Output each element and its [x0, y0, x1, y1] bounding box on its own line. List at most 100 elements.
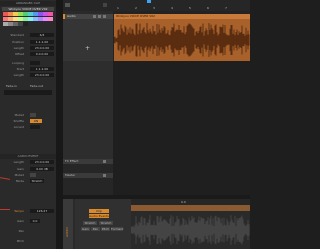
muted-label: Muted: [14, 113, 24, 117]
field-label: Pitch: [16, 239, 24, 243]
clip-waveform: [114, 23, 250, 57]
playhead-marker[interactable]: [147, 0, 151, 3]
field-value[interactable]: 0.0.0.00: [30, 52, 54, 56]
detail-editor: AUDIO Clip Audio Events Stretch Stretch …: [63, 195, 250, 249]
track-header-toolbar: [63, 0, 113, 11]
color-swatches[interactable]: [3, 12, 53, 30]
field-value[interactable]: 4/4: [30, 33, 54, 37]
color-swatch[interactable]: [23, 22, 28, 26]
field-row: Gain 0.0: [2, 219, 54, 224]
add-icon[interactable]: +: [85, 46, 90, 52]
track-master-body: [63, 178, 113, 195]
clip-name: Winkyou VOICE OVER V02: [116, 14, 156, 18]
ruler-label: 6: [207, 6, 209, 10]
field-row: Offset 0.0.0.00: [2, 52, 54, 57]
field-label: Mode: [15, 179, 24, 183]
field-row: Muted: [2, 173, 54, 178]
field-label: Muted: [14, 173, 24, 177]
fade-out-label[interactable]: Fade-out: [30, 84, 43, 88]
audio-event-title: AUDIO EVENT: [0, 154, 56, 159]
field-value[interactable]: 0.0: [30, 219, 40, 223]
solo-button[interactable]: [98, 15, 101, 18]
color-swatch[interactable]: [48, 17, 53, 21]
muted-row: Muted: [2, 113, 54, 118]
track-audio-lane: +: [63, 19, 113, 61]
field-row: Length 23.0.0.00: [2, 46, 54, 51]
field-row: Standard 4/4: [2, 33, 54, 38]
accent-label: Accent: [13, 125, 24, 129]
looping-toggle[interactable]: [30, 61, 40, 65]
field-row: Looping: [2, 61, 54, 66]
ruler-label: 1: [117, 6, 119, 10]
waveform-path: [114, 23, 250, 57]
audio-clip[interactable]: Winkyou VOICE OVER V02: [114, 14, 250, 61]
field-row: Start 1.1.1.00: [2, 67, 54, 72]
ruler-label: 5: [189, 6, 191, 10]
field-value[interactable]: 1.1.1.00: [30, 40, 54, 44]
field-value[interactable]: 1.1.1.00: [30, 67, 54, 71]
stretch-button[interactable]: Stretch: [83, 221, 97, 225]
pan-button[interactable]: Pan: [91, 227, 100, 231]
field-row: Length 23.0.0.00: [2, 160, 54, 165]
detail-waveform: [131, 215, 250, 245]
add-track-icon[interactable]: [65, 3, 70, 7]
arranger-area[interactable]: 1 2 3 4 5 6 7 Winkyou VOICE OVER V02: [113, 0, 250, 195]
detail-track-label: AUDIO: [65, 227, 69, 237]
tab-audio-events[interactable]: Audio Events: [89, 214, 109, 218]
record-arm-button[interactable]: [103, 15, 106, 18]
field-value[interactable]: 23.0.0.00: [30, 73, 54, 77]
track-name: FX Effect: [65, 159, 79, 163]
field-row: Gain 0.00 dB: [2, 167, 54, 172]
field-row: Length 23.0.0.00: [2, 73, 54, 78]
field-label: Pan: [18, 229, 24, 233]
field-value[interactable]: 0.00 dB: [30, 167, 54, 171]
pitch-button[interactable]: Pitch: [101, 227, 110, 231]
tab-clip[interactable]: Clip: [89, 209, 109, 213]
field-label: Position: [12, 40, 24, 44]
field-row: Pan: [2, 229, 54, 234]
field-row: Position 1.1.1.00: [2, 40, 54, 45]
inspector-title: ARRANGER CLIP: [0, 1, 56, 6]
field-label: Standard: [10, 33, 24, 37]
gain-button[interactable]: Gain: [81, 227, 90, 231]
color-swatch[interactable]: [48, 12, 53, 16]
ruler-label: 2: [135, 6, 137, 10]
shuffle-toggle[interactable]: ON: [30, 119, 42, 123]
mute-button[interactable]: [103, 174, 106, 177]
tempo-value[interactable]: 126.27: [30, 209, 54, 213]
field-label: Gain: [17, 167, 24, 171]
mode-dropdown[interactable]: Stretch: [30, 179, 44, 183]
field-label: Length: [13, 160, 24, 164]
waveform-path: [131, 215, 250, 245]
timeline-ruler[interactable]: 1 2 3 4 5 6 7: [113, 0, 250, 11]
muted-checkbox[interactable]: [30, 173, 36, 177]
accent-value[interactable]: [30, 125, 40, 129]
inspector-panel: ARRANGER CLIP Winkyou VOICE OVER V02 Sta…: [0, 0, 56, 249]
field-value[interactable]: 23.0.0.00: [30, 160, 54, 164]
empty-arranger-area: [113, 61, 250, 195]
formant-button[interactable]: Formant: [111, 227, 123, 231]
detail-track-strip: AUDIO: [63, 199, 73, 249]
track-headers: Audio + FX Effect Master: [63, 0, 113, 195]
detail-ruler-label: 0.0: [181, 200, 186, 204]
mute-button[interactable]: [103, 160, 106, 163]
empty-track-area: [63, 61, 113, 161]
field-value[interactable]: 23.0.0.00: [30, 46, 54, 50]
field-label: Offset: [14, 52, 24, 56]
menu-icon[interactable]: [103, 3, 107, 7]
field-label: Length: [13, 73, 24, 77]
stretch-button[interactable]: Stretch: [99, 221, 113, 225]
muted-checkbox[interactable]: [30, 113, 36, 117]
accent-row: Accent: [2, 125, 54, 130]
fade-display[interactable]: [4, 90, 52, 95]
field-label: Length: [13, 46, 24, 50]
track-name: Audio: [67, 14, 76, 18]
detail-side-panel: Clip Audio Events Stretch Stretch Gain P…: [75, 199, 131, 249]
clip-name-field[interactable]: Winkyou VOICE OVER V02: [2, 7, 54, 11]
fade-in-label[interactable]: Fade-in: [6, 84, 17, 88]
mute-button[interactable]: [93, 15, 96, 18]
shuffle-row: Shuffle ON: [2, 119, 54, 124]
field-label: Gain: [17, 219, 24, 223]
ruler-label: 3: [153, 6, 155, 10]
fade-row: Fade-in Fade-out: [2, 84, 54, 89]
